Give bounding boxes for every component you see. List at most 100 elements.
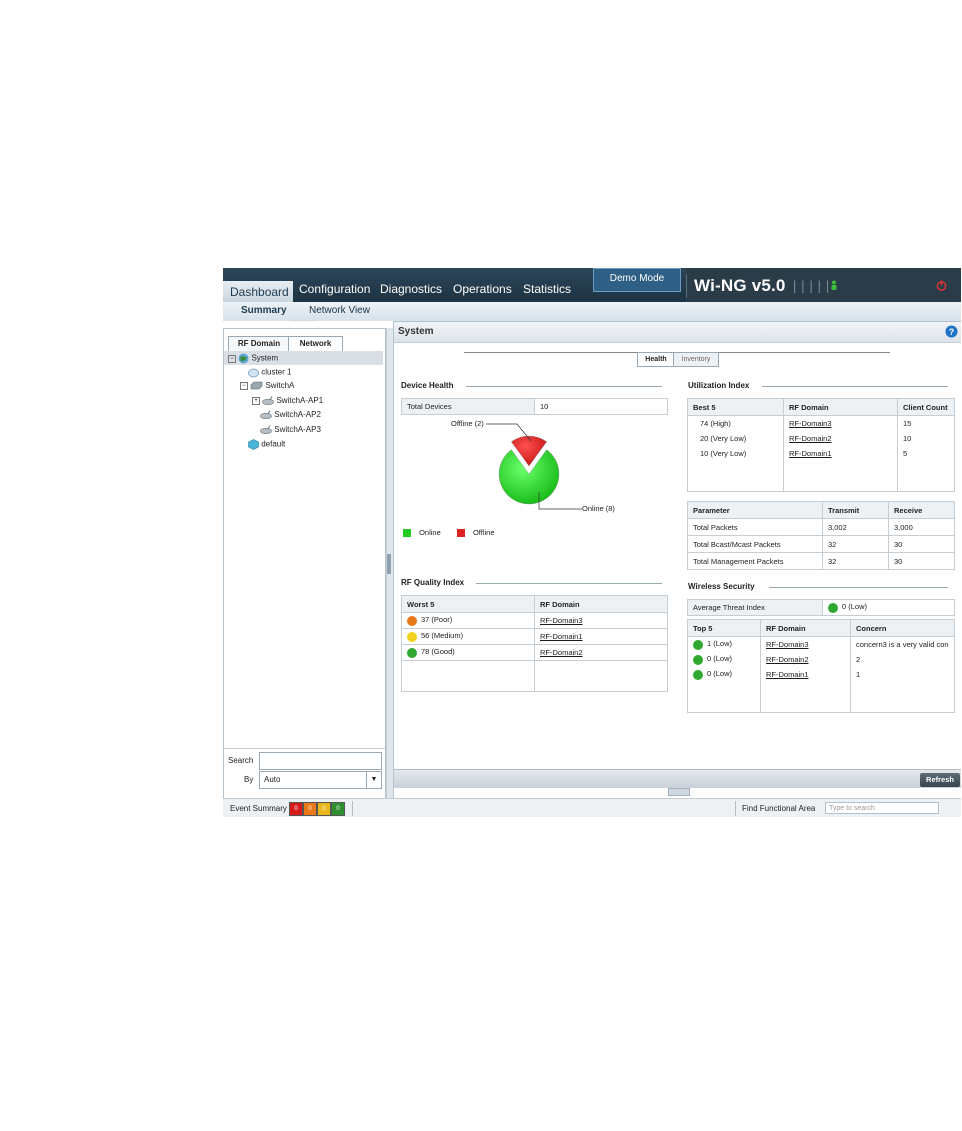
packet-param: Total Management Packets	[687, 552, 823, 570]
find-functional-area-label: Find Functional Area	[742, 804, 816, 813]
search-by-select[interactable]: Auto ▼	[259, 771, 382, 789]
check-icon	[693, 654, 703, 665]
caution-icon	[407, 631, 417, 642]
legend-offline-swatch	[456, 529, 465, 538]
packet-param: Total Bcast/Mcast Packets	[687, 535, 823, 553]
tree-label: SwitchA	[265, 381, 295, 390]
search-by-label: By	[244, 775, 254, 784]
tab-rf-domain[interactable]: RF Domain	[228, 336, 290, 351]
event-critical-badge[interactable]: 0	[289, 802, 303, 816]
empty-cell	[760, 682, 851, 697]
main-panel: System ? Health Inventory Device Health …	[393, 321, 961, 800]
tree-node-ap2[interactable]: SwitchA-AP2	[260, 410, 321, 420]
user-icon[interactable]	[831, 280, 837, 290]
col-rf-domain: RF Domain	[783, 398, 898, 416]
collapse-icon[interactable]: −	[240, 381, 248, 390]
empty-cell	[401, 660, 535, 676]
nav-operations[interactable]: Operations	[453, 282, 512, 296]
subnav-network-view[interactable]: Network View	[309, 305, 370, 316]
table-row: Total Bcast/Mcast Packets 32 30	[687, 535, 955, 553]
empty-cell	[783, 476, 898, 492]
warning-icon	[407, 615, 417, 626]
event-summary-label: Event Summary	[230, 804, 287, 813]
rf-domain-link[interactable]: RF-Domain2	[789, 434, 832, 443]
empty-cell	[534, 676, 668, 692]
empty-cell	[897, 461, 955, 476]
tree-node-ap3[interactable]: SwitchA-AP3	[260, 425, 321, 435]
table-row: 20 (Very Low) RF-Domain2 10	[687, 431, 955, 446]
packet-tx: 32	[822, 552, 889, 570]
utilization-title: Utilization Index	[688, 381, 750, 390]
brand-separator	[686, 274, 687, 298]
empty-cell	[687, 461, 784, 476]
event-info-badge[interactable]: 0	[331, 802, 345, 816]
client-count: 5	[897, 446, 955, 461]
access-point-icon	[260, 410, 272, 420]
sub-nav: Summary Network View ········	[223, 302, 961, 324]
section-rule	[769, 587, 948, 588]
refresh-button[interactable]: Refresh	[920, 773, 960, 787]
collapse-icon[interactable]: −	[228, 354, 236, 363]
tree-node-system[interactable]: − System	[228, 353, 278, 364]
collapse-arrow-icon[interactable]	[387, 554, 391, 574]
nav-diagnostics[interactable]: Diagnostics	[380, 282, 442, 296]
rf-domain-link[interactable]: RF-Domain3	[540, 616, 583, 625]
expand-footer-handle[interactable]	[668, 788, 690, 796]
tree-node-cluster[interactable]: cluster 1	[248, 367, 291, 378]
power-icon[interactable]	[936, 280, 947, 291]
tree-node-switch[interactable]: − SwitchA	[240, 381, 294, 390]
nav-statistics[interactable]: Statistics	[523, 282, 571, 296]
rf-domain-link[interactable]: RF-Domain3	[789, 419, 832, 428]
total-devices-label: Total Devices	[401, 398, 535, 415]
section-rule	[466, 386, 662, 387]
security-value: 0 (Low)	[707, 669, 733, 679]
section-rule	[476, 583, 662, 584]
status-bar: Event Summary 0 0 0 0 Find Functional Ar…	[223, 798, 961, 817]
total-devices-value: 10	[534, 398, 668, 415]
check-icon	[693, 669, 703, 680]
packet-param: Total Packets	[687, 518, 823, 536]
nav-dashboard[interactable]: Dashboard	[223, 281, 293, 302]
rf-domain-link[interactable]: RF-Domain2	[540, 648, 583, 657]
event-warning-badge[interactable]: 0	[317, 802, 331, 816]
rf-domain-link[interactable]: RF-Domain3	[766, 640, 809, 649]
legend-online-swatch	[403, 529, 411, 538]
concern-text: 2	[850, 652, 955, 667]
chevron-down-icon[interactable]: ▼	[366, 772, 381, 788]
tab-network[interactable]: Network	[288, 336, 343, 351]
rf-domain-link[interactable]: RF-Domain1	[766, 670, 809, 679]
tree-label: SwitchA-AP2	[274, 410, 321, 419]
event-error-badge[interactable]: 0	[303, 802, 317, 816]
tab-inventory[interactable]: Inventory	[673, 352, 719, 367]
tree-label: default	[261, 439, 286, 449]
rf-domain-link[interactable]: RF-Domain1	[789, 449, 832, 458]
tab-health[interactable]: Health	[637, 352, 675, 367]
search-input[interactable]	[259, 752, 382, 770]
expand-icon[interactable]: +	[252, 396, 260, 405]
tree-node-ap1[interactable]: + SwitchA-AP1	[252, 396, 324, 406]
empty-cell	[850, 697, 955, 713]
subnav-summary[interactable]: Summary	[241, 305, 287, 316]
tree-label: SwitchA-AP1	[276, 396, 324, 405]
utilization-value: 20 (Very Low)	[687, 431, 784, 446]
col-client-count: Client Count	[897, 398, 955, 416]
col-receive: Receive	[888, 501, 955, 519]
avg-threat-label: Average Threat Index	[687, 599, 823, 616]
find-functional-area-input[interactable]: Type to search	[825, 802, 939, 814]
access-point-icon	[262, 396, 275, 406]
table-row: 0 (Low) RF-Domain2 2	[687, 652, 955, 667]
rf-domain-link[interactable]: RF-Domain1	[540, 632, 583, 641]
table-row: 56 (Medium) RF-Domain1	[401, 628, 668, 645]
utilization-value: 74 (High)	[687, 415, 784, 431]
empty-cell	[687, 682, 761, 697]
help-icon[interactable]: ?	[945, 325, 958, 338]
brand-bars: |||||	[791, 279, 833, 293]
nav-configuration[interactable]: Configuration	[299, 282, 370, 296]
rf-domain-link[interactable]: RF-Domain2	[766, 655, 809, 664]
subnav-indicator: ········	[291, 318, 315, 324]
rf-domain-icon	[248, 439, 259, 450]
col-rf-domain: RF Domain	[534, 595, 668, 613]
tree-node-default[interactable]: default	[248, 439, 285, 450]
top-nav-bar: Dashboard Configuration Diagnostics Oper…	[223, 268, 961, 302]
access-point-icon	[260, 425, 272, 435]
